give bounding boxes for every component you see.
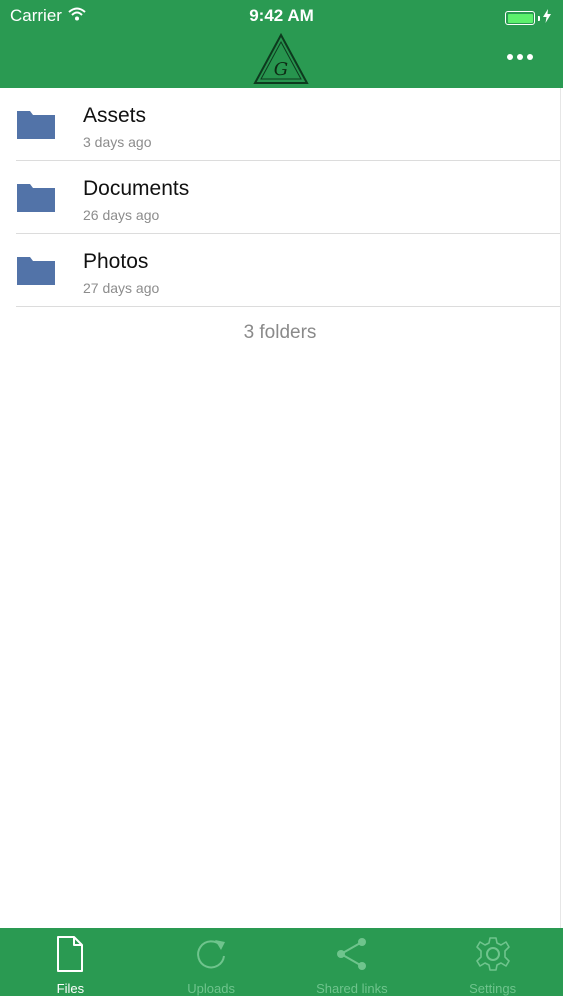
divider (16, 306, 560, 307)
tab-label: Settings (469, 981, 517, 996)
folder-modified: 3 days ago (83, 134, 152, 150)
app-logo: G (253, 32, 309, 85)
folder-name: Photos (83, 250, 149, 273)
folder-icon (16, 181, 56, 213)
gear-icon (475, 928, 511, 977)
folder-modified: 26 days ago (83, 207, 160, 223)
tab-label: Files (56, 981, 85, 996)
file-icon (56, 928, 84, 977)
folder-icon (16, 254, 56, 286)
tab-files[interactable]: Files (0, 928, 141, 996)
header: Carrier 9:42 AM G (0, 0, 563, 88)
tab-label: Shared links (316, 981, 388, 996)
tab-shared-links[interactable]: Shared links (282, 928, 423, 996)
tab-uploads[interactable]: Uploads (141, 928, 282, 996)
clock: 9:42 AM (249, 6, 314, 25)
list-item[interactable]: Assets 3 days ago (0, 88, 560, 161)
tab-settings[interactable]: Settings (422, 928, 563, 996)
share-icon (334, 928, 370, 977)
folder-modified: 27 days ago (83, 280, 160, 296)
app-screen: Carrier 9:42 AM G Assets 3 days ago Docu… (0, 0, 563, 1000)
folder-name: Assets (83, 104, 147, 127)
list-item[interactable]: Documents 26 days ago (0, 161, 560, 234)
folder-list: Assets 3 days ago Documents 26 days ago … (0, 88, 560, 307)
folder-icon (16, 108, 56, 140)
bottom-edge (0, 996, 563, 1000)
refresh-icon (193, 928, 229, 977)
tab-label: Uploads (187, 981, 235, 996)
logo-letter: G (274, 59, 288, 80)
battery-icon (505, 8, 551, 28)
tab-bar: Files Uploads Shared links Settings (0, 928, 563, 996)
list-item[interactable]: Photos 27 days ago (0, 234, 560, 307)
folder-name: Documents (83, 177, 190, 200)
more-options-icon[interactable] (505, 48, 535, 66)
folder-count: 3 folders (243, 322, 317, 343)
status-bar: Carrier 9:42 AM (0, 0, 563, 32)
charging-bolt-icon (543, 8, 551, 28)
